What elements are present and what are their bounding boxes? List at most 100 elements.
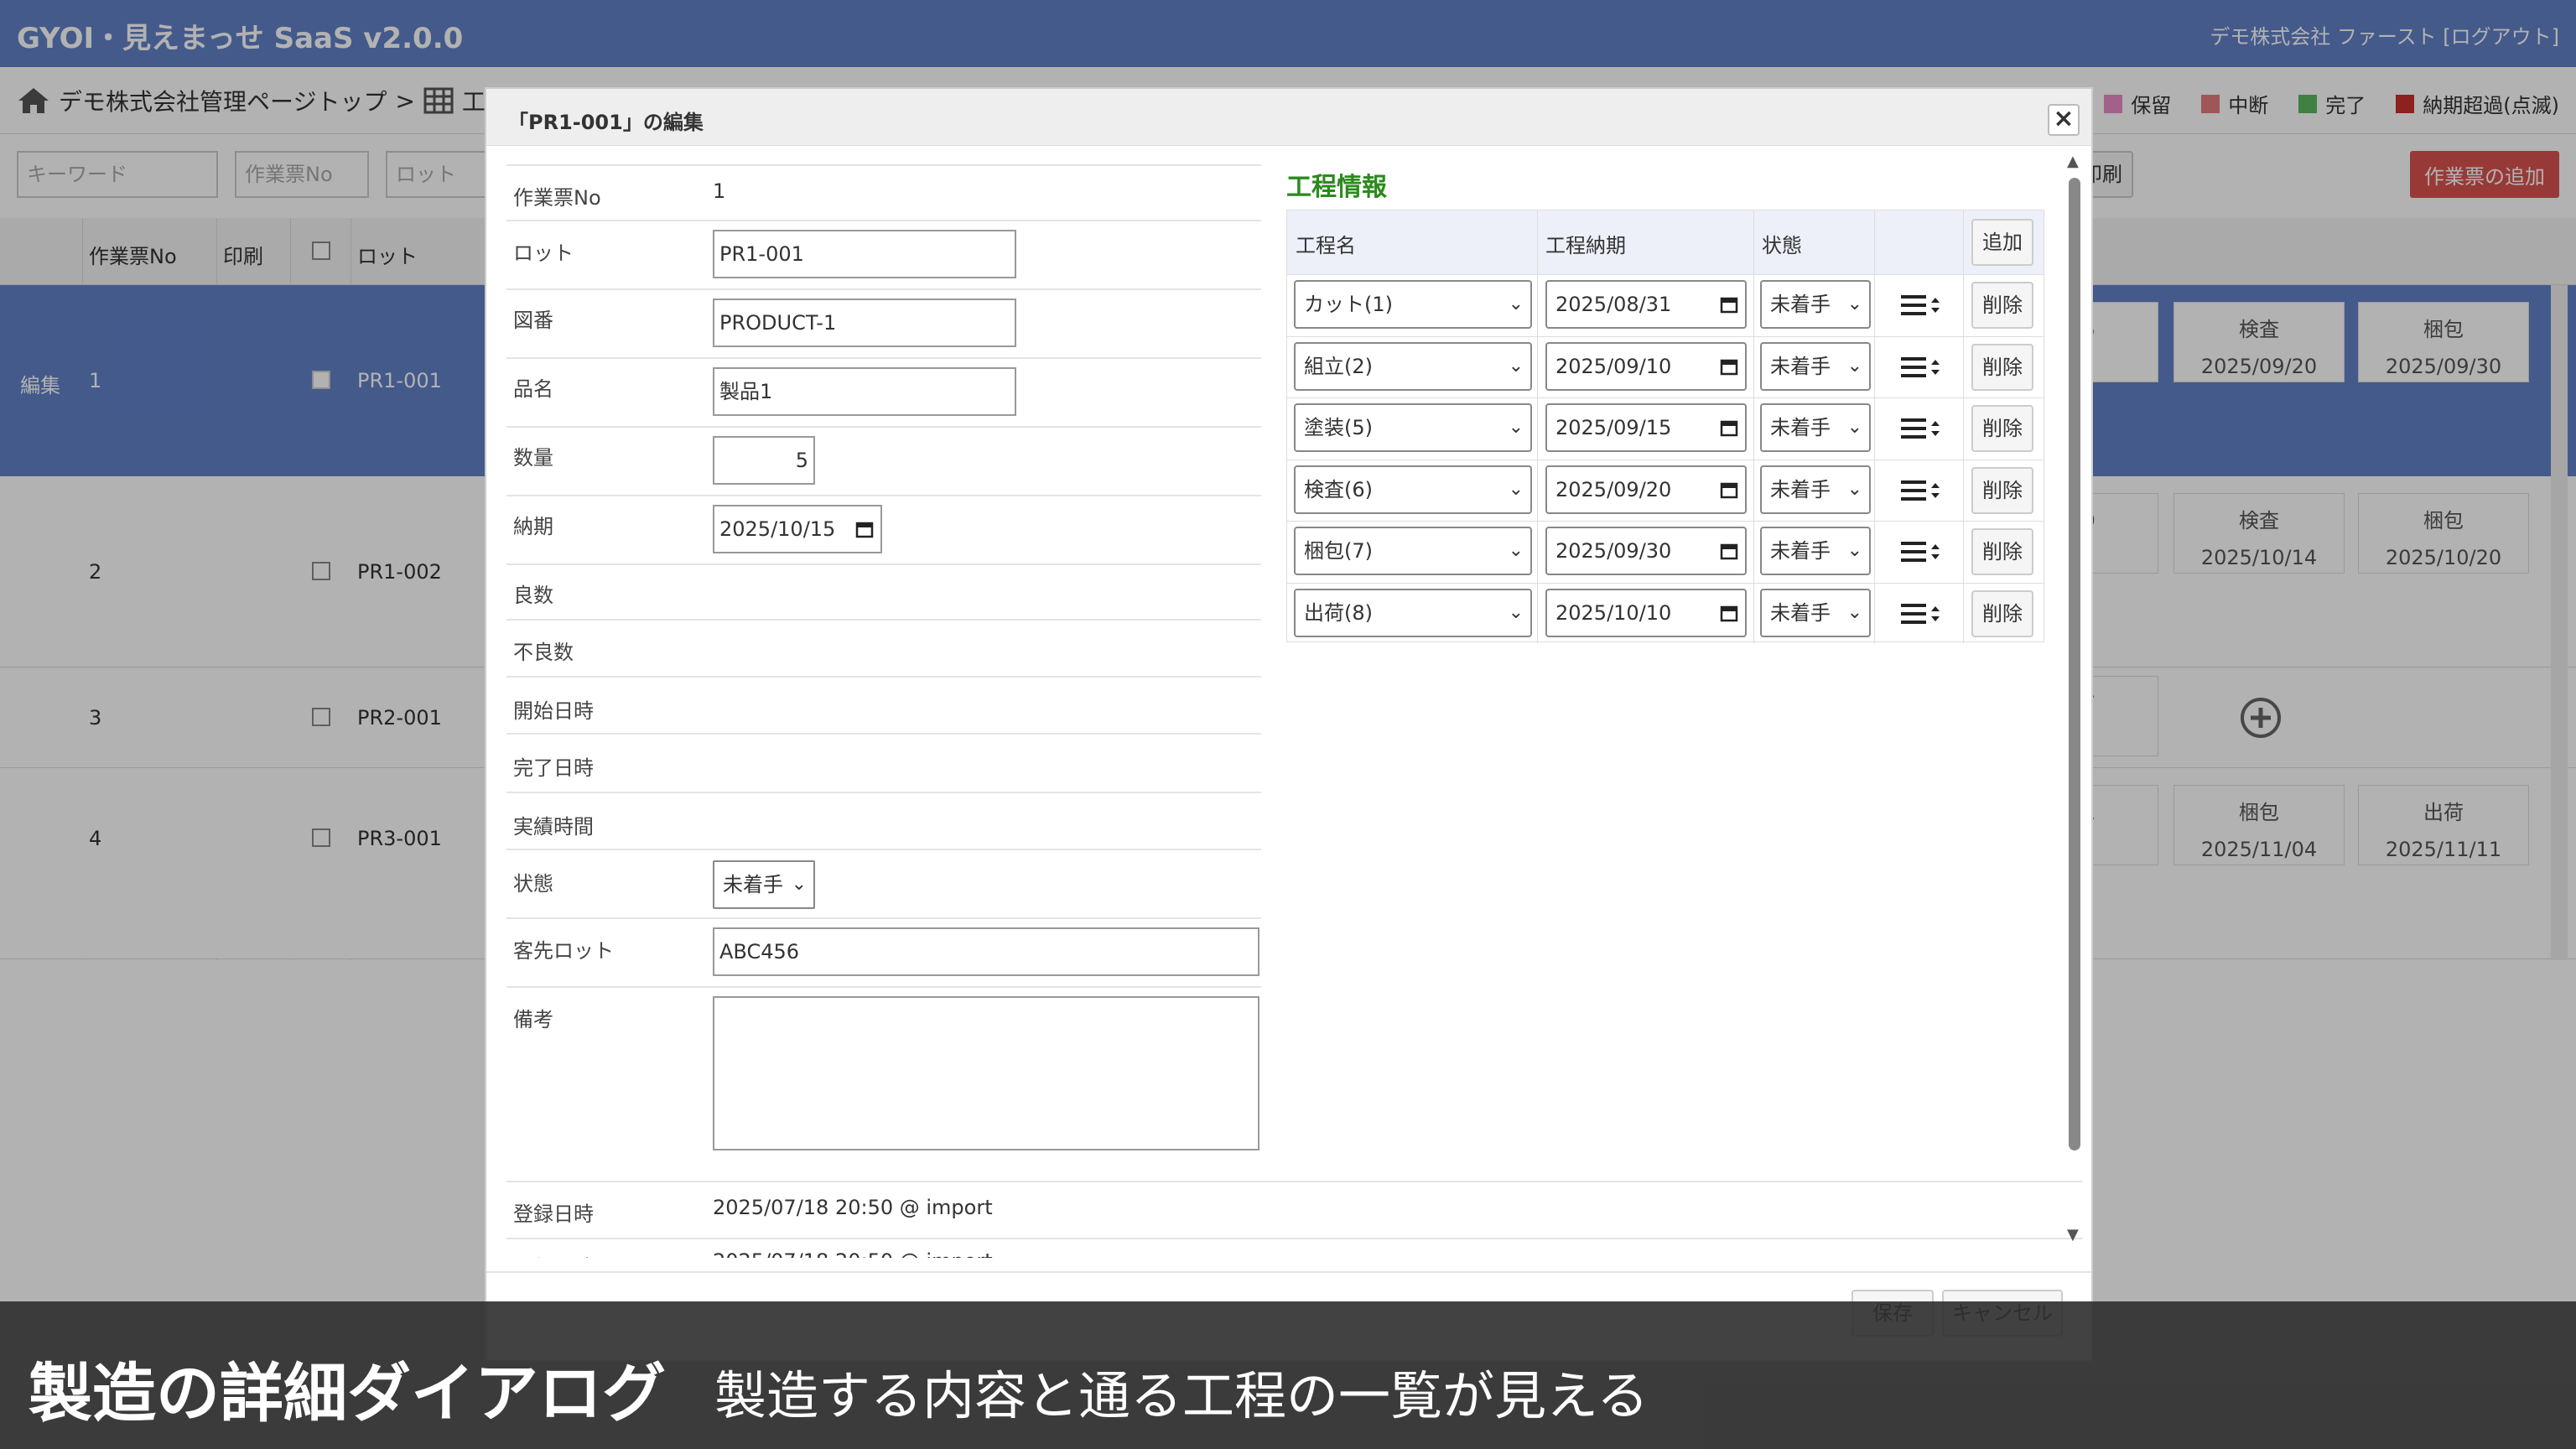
- process-due-input[interactable]: 2025/09/15: [1545, 403, 1747, 452]
- dialog-header: 「PR1-001」の編集 ×: [486, 89, 2091, 146]
- chevron-down-icon: ⌄: [1508, 540, 1524, 561]
- process-name-select[interactable]: 梱包(7) ⌄: [1294, 527, 1532, 575]
- process-name-select[interactable]: 出荷(8) ⌄: [1294, 588, 1532, 637]
- process-table-header: 工程名 工程納期 状態 追加: [1287, 210, 2044, 274]
- process-status-select[interactable]: 未着手 ⌄: [1760, 280, 1871, 329]
- client-lot-label: 客先ロット: [513, 939, 614, 963]
- process-due-input[interactable]: 2025/09/20: [1545, 465, 1747, 514]
- drawing-no-input[interactable]: PRODUCT-1: [713, 299, 1016, 347]
- process-status-value: 未着手: [1770, 539, 1831, 563]
- drawing-no-label: 図番: [513, 309, 553, 332]
- process-due-input[interactable]: 2025/09/30: [1545, 527, 1747, 575]
- drag-handle-icon[interactable]: [1899, 356, 1943, 379]
- chevron-down-icon: ⌄: [1846, 540, 1862, 561]
- process-name-value: 組立(2): [1304, 354, 1373, 378]
- process-status-value: 未着手: [1770, 416, 1831, 439]
- chevron-down-icon: ⌄: [1846, 601, 1862, 623]
- start-time-label: 開始日時: [513, 699, 594, 723]
- delete-process-button[interactable]: 削除: [1971, 405, 2033, 452]
- process-status-select[interactable]: 未着手 ⌄: [1760, 341, 1871, 391]
- divider: [506, 986, 1261, 988]
- drag-handle-icon[interactable]: [1899, 293, 1943, 317]
- divider: [506, 849, 1261, 850]
- drag-handle-icon[interactable]: [1899, 540, 1943, 564]
- defect-count-label: 不良数: [513, 641, 574, 664]
- calendar-icon[interactable]: [1720, 418, 1738, 437]
- dialog-title: 「PR1-001」の編集: [508, 111, 704, 134]
- process-row: 検査(6) ⌄ 2025/09/20 未着手 ⌄ 削除: [1287, 459, 2044, 521]
- process-due-input[interactable]: 2025/08/31: [1545, 280, 1747, 329]
- process-status-select[interactable]: 未着手 ⌄: [1760, 403, 1871, 452]
- add-process-button[interactable]: 追加: [1971, 219, 2033, 266]
- calendar-icon[interactable]: [855, 520, 874, 538]
- created-value: 2025/07/18 20:50 @ import: [713, 1196, 993, 1219]
- status-select[interactable]: 未着手 ⌄: [713, 860, 815, 909]
- chevron-down-icon: ⌄: [1846, 417, 1862, 438]
- status-value: 未着手: [723, 873, 783, 896]
- process-name-header: 工程名: [1296, 234, 1356, 257]
- process-status-value: 未着手: [1770, 477, 1831, 501]
- product-name-input[interactable]: 製品1: [713, 367, 1016, 416]
- process-name-select[interactable]: 組立(2) ⌄: [1294, 341, 1532, 391]
- drag-handle-icon[interactable]: [1899, 479, 1943, 502]
- chevron-down-icon: ⌄: [1508, 355, 1524, 377]
- process-status-value: 未着手: [1770, 293, 1831, 316]
- drag-handle-icon[interactable]: [1899, 602, 1943, 626]
- chevron-down-icon: ⌄: [1508, 293, 1524, 314]
- sheet-no-value: 1: [713, 179, 726, 203]
- scrollbar-thumb[interactable]: [2069, 178, 2080, 1150]
- process-name-select[interactable]: 検査(6) ⌄: [1294, 465, 1532, 514]
- divider: [506, 792, 1261, 793]
- process-name-value: 検査(6): [1304, 477, 1373, 501]
- updated-row-clip: 更新日時 2025/07/18 20:50 @ import: [486, 1239, 2063, 1258]
- drag-handle-icon[interactable]: [1899, 417, 1943, 440]
- delete-process-button[interactable]: 削除: [1971, 528, 2033, 575]
- process-info-title: 工程情報: [1286, 173, 1387, 202]
- divider: [506, 676, 1261, 678]
- due-date-input[interactable]: 2025/10/15: [713, 505, 882, 553]
- process-row: 梱包(7) ⌄ 2025/09/30 未着手 ⌄ 削除: [1287, 521, 2044, 582]
- delete-process-button[interactable]: 削除: [1971, 466, 2033, 514]
- process-due-header: 工程納期: [1545, 234, 1626, 257]
- process-name-value: 塗装(5): [1304, 416, 1373, 439]
- process-name-select[interactable]: 塗装(5) ⌄: [1294, 403, 1532, 452]
- calendar-icon[interactable]: [1720, 542, 1738, 560]
- chevron-down-icon: ⌄: [1846, 478, 1862, 500]
- calendar-icon[interactable]: [1720, 357, 1738, 376]
- process-due-input[interactable]: 2025/10/10: [1545, 588, 1747, 637]
- calendar-icon[interactable]: [1720, 480, 1738, 499]
- quantity-input[interactable]: 5: [713, 436, 815, 485]
- note-textarea[interactable]: [713, 996, 1259, 1150]
- caption-title: 製造の詳細ダイアログ: [29, 1356, 666, 1431]
- chevron-down-icon: ⌄: [1508, 417, 1524, 438]
- delete-process-button[interactable]: 削除: [1971, 589, 2033, 637]
- scroll-up-icon[interactable]: ▲: [2067, 153, 2079, 170]
- process-status-select[interactable]: 未着手 ⌄: [1760, 588, 1871, 637]
- process-status-select[interactable]: 未着手 ⌄: [1760, 527, 1871, 575]
- actual-time-label: 実績時間: [513, 815, 594, 839]
- chevron-down-icon: ⌄: [791, 874, 807, 895]
- calendar-icon[interactable]: [1720, 295, 1738, 314]
- delete-process-button[interactable]: 削除: [1971, 282, 2033, 329]
- process-status-select[interactable]: 未着手 ⌄: [1760, 465, 1871, 514]
- lot-input[interactable]: PR1-001: [713, 230, 1016, 278]
- dialog-scrollbar[interactable]: ▲ ▼: [2066, 153, 2083, 1259]
- lot-label: ロット: [513, 242, 574, 265]
- caption-subtitle: 製造する内容と通る工程の一覧が見える: [714, 1365, 1649, 1426]
- calendar-icon[interactable]: [1720, 604, 1738, 622]
- process-due-input[interactable]: 2025/09/10: [1545, 341, 1747, 391]
- process-name-value: 梱包(7): [1304, 539, 1373, 563]
- process-status-value: 未着手: [1770, 600, 1831, 625]
- close-button[interactable]: ×: [2048, 104, 2080, 136]
- divider: [506, 164, 1261, 166]
- updated-label: 更新日時: [513, 1251, 594, 1258]
- divider: [506, 1181, 2083, 1182]
- process-name-select[interactable]: カット(1) ⌄: [1294, 280, 1532, 329]
- divider: [506, 495, 1261, 496]
- delete-process-button[interactable]: 削除: [1971, 343, 2033, 391]
- due-date-value: 2025/10/15: [719, 517, 836, 541]
- process-due-value: 2025/09/20: [1555, 477, 1672, 501]
- scroll-down-icon[interactable]: ▼: [2067, 1226, 2079, 1244]
- process-row: 塗装(5) ⌄ 2025/09/15 未着手 ⌄ 削除: [1287, 397, 2044, 459]
- client-lot-input[interactable]: ABC456: [713, 927, 1259, 976]
